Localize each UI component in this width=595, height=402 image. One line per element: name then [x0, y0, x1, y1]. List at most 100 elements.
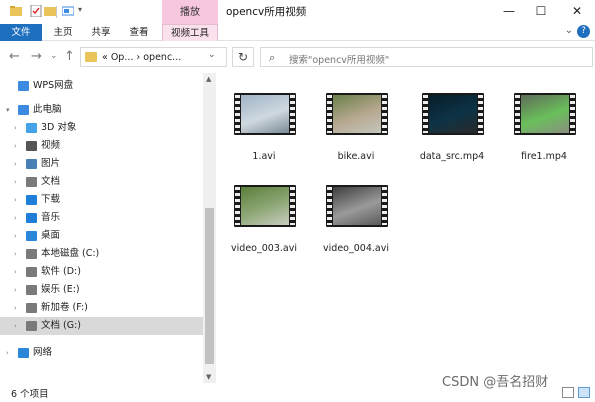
expand-chevron-icon[interactable]: ›: [14, 155, 17, 173]
forward-button[interactable]: →: [31, 49, 42, 64]
tab-view[interactable]: 查看: [124, 24, 154, 41]
desktop-icon: [26, 231, 37, 241]
video-thumbnail-icon: [514, 93, 576, 135]
title-bar: ▾ 播放 opencv所用视频 — ☐ ✕: [0, 0, 595, 24]
watermark: CSDN @吾名招财: [442, 375, 549, 390]
close-button[interactable]: ✕: [564, 2, 590, 20]
file-item[interactable]: data_src.mp4: [406, 73, 498, 169]
tab-file[interactable]: 文件: [0, 24, 42, 41]
quick-access-dropdown-icon[interactable]: ▾: [78, 5, 82, 14]
nav-item[interactable]: › 视频: [0, 137, 203, 155]
refresh-button[interactable]: ↻: [232, 47, 254, 67]
scroll-down-icon[interactable]: ▼: [206, 373, 211, 381]
expand-chevron-icon[interactable]: ›: [14, 317, 17, 335]
video-thumbnail-icon: [234, 93, 296, 135]
nav-item[interactable]: › 图片: [0, 155, 203, 173]
video-thumbnail-icon: [326, 185, 388, 227]
expand-chevron-icon[interactable]: ›: [14, 209, 17, 227]
expand-chevron-icon[interactable]: ›: [14, 227, 17, 245]
ribbon-expand-icon[interactable]: ⌄: [565, 25, 573, 36]
film-sprocket: [570, 95, 575, 133]
search-input[interactable]: 搜索"opencv所用视频": [289, 52, 389, 66]
computer-icon: [18, 105, 29, 115]
drive-icon: [26, 285, 37, 295]
video-frame: [429, 95, 477, 133]
expand-chevron-icon[interactable]: ›: [14, 119, 17, 137]
video-frame: [333, 187, 381, 225]
nav-item[interactable]: › 文档 (G:): [0, 317, 203, 335]
file-list: 1.avi bike.avi data_src.mp4 fire1.mp4 video_…: [216, 73, 595, 383]
nav-item[interactable]: › 娱乐 (E:): [0, 281, 203, 299]
nav-item-label: 软件 (D:): [41, 266, 81, 277]
music-icon: [26, 213, 37, 223]
video-frame: [333, 95, 381, 133]
address-row: ← → ⌄ ↑ « Op... › openc... ⌄ ↻ ⌕ 搜索"open…: [0, 41, 595, 73]
rename-icon[interactable]: [62, 5, 74, 17]
back-button[interactable]: ←: [9, 49, 20, 64]
file-item[interactable]: 1.avi: [218, 73, 310, 169]
window-title: opencv所用视频: [226, 6, 307, 18]
nav-item[interactable]: › 3D 对象: [0, 119, 203, 137]
drive-icon: [26, 321, 37, 331]
expand-chevron-icon[interactable]: ›: [14, 263, 17, 281]
nav-item[interactable]: › 本地磁盘 (C:): [0, 245, 203, 263]
file-item[interactable]: video_003.avi: [218, 165, 310, 261]
nav-item[interactable]: › 新加卷 (F:): [0, 299, 203, 317]
nav-scrollbar[interactable]: ▲ ▼: [203, 73, 216, 383]
film-sprocket: [235, 187, 240, 225]
large-icons-view-icon[interactable]: [578, 387, 590, 398]
nav-item-label: 本地磁盘 (C:): [41, 248, 100, 259]
new-folder-icon[interactable]: [44, 5, 56, 17]
address-dropdown-icon[interactable]: ⌄: [208, 50, 216, 60]
file-name: data_src.mp4: [419, 151, 485, 162]
film-sprocket: [515, 95, 520, 133]
recent-locations-icon[interactable]: ⌄: [50, 51, 58, 61]
download-icon: [26, 195, 37, 205]
minimize-button[interactable]: —: [496, 2, 522, 20]
cloud-icon: [18, 81, 29, 91]
file-item[interactable]: fire1.mp4: [498, 73, 590, 169]
scroll-up-icon[interactable]: ▲: [206, 75, 211, 83]
address-bar[interactable]: « Op... › openc...: [80, 47, 227, 67]
film-sprocket: [290, 187, 295, 225]
properties-icon[interactable]: [30, 5, 42, 17]
help-icon[interactable]: ?: [577, 25, 590, 38]
expand-chevron-icon[interactable]: ›: [14, 173, 17, 191]
nav-item[interactable]: › 下载: [0, 191, 203, 209]
maximize-button[interactable]: ☐: [528, 2, 554, 20]
film-sprocket: [327, 95, 332, 133]
nav-item-label: 下载: [41, 194, 61, 205]
nav-item[interactable]: › 网络: [0, 344, 203, 362]
file-item[interactable]: bike.avi: [310, 73, 402, 169]
tab-video-tools[interactable]: 视频工具: [162, 24, 218, 41]
file-name: fire1.mp4: [521, 151, 567, 162]
nav-item[interactable]: › 桌面: [0, 227, 203, 245]
nav-item[interactable]: › 音乐: [0, 209, 203, 227]
file-name: bike.avi: [337, 151, 375, 162]
details-view-icon[interactable]: [562, 387, 574, 398]
search-icon: ⌕: [269, 51, 276, 64]
search-box[interactable]: ⌕ 搜索"opencv所用视频": [260, 47, 593, 67]
up-button[interactable]: ↑: [64, 49, 75, 64]
file-name: video_003.avi: [231, 243, 297, 254]
scrollbar-thumb[interactable]: [205, 208, 214, 364]
address-path[interactable]: « Op... › openc...: [102, 52, 181, 63]
expand-chevron-icon[interactable]: ›: [14, 191, 17, 209]
nav-item[interactable]: › 文档: [0, 173, 203, 191]
contextual-tab-play[interactable]: 播放: [162, 0, 218, 24]
item-count: 6 个项目: [11, 389, 49, 400]
file-item[interactable]: video_004.avi: [310, 165, 402, 261]
expand-chevron-icon[interactable]: ▾: [6, 101, 10, 119]
nav-item[interactable]: ▾ 此电脑: [0, 101, 203, 119]
nav-item-label: 娱乐 (E:): [41, 284, 80, 295]
nav-item[interactable]: › 软件 (D:): [0, 263, 203, 281]
expand-chevron-icon[interactable]: ›: [6, 344, 9, 362]
tab-share[interactable]: 共享: [86, 24, 116, 41]
expand-chevron-icon[interactable]: ›: [14, 245, 17, 263]
expand-chevron-icon[interactable]: ›: [14, 299, 17, 317]
nav-item[interactable]: WPS网盘: [0, 77, 203, 95]
expand-chevron-icon[interactable]: ›: [14, 137, 17, 155]
tab-home[interactable]: 主页: [48, 24, 78, 41]
expand-chevron-icon[interactable]: ›: [14, 281, 17, 299]
cube-icon: [26, 123, 37, 133]
